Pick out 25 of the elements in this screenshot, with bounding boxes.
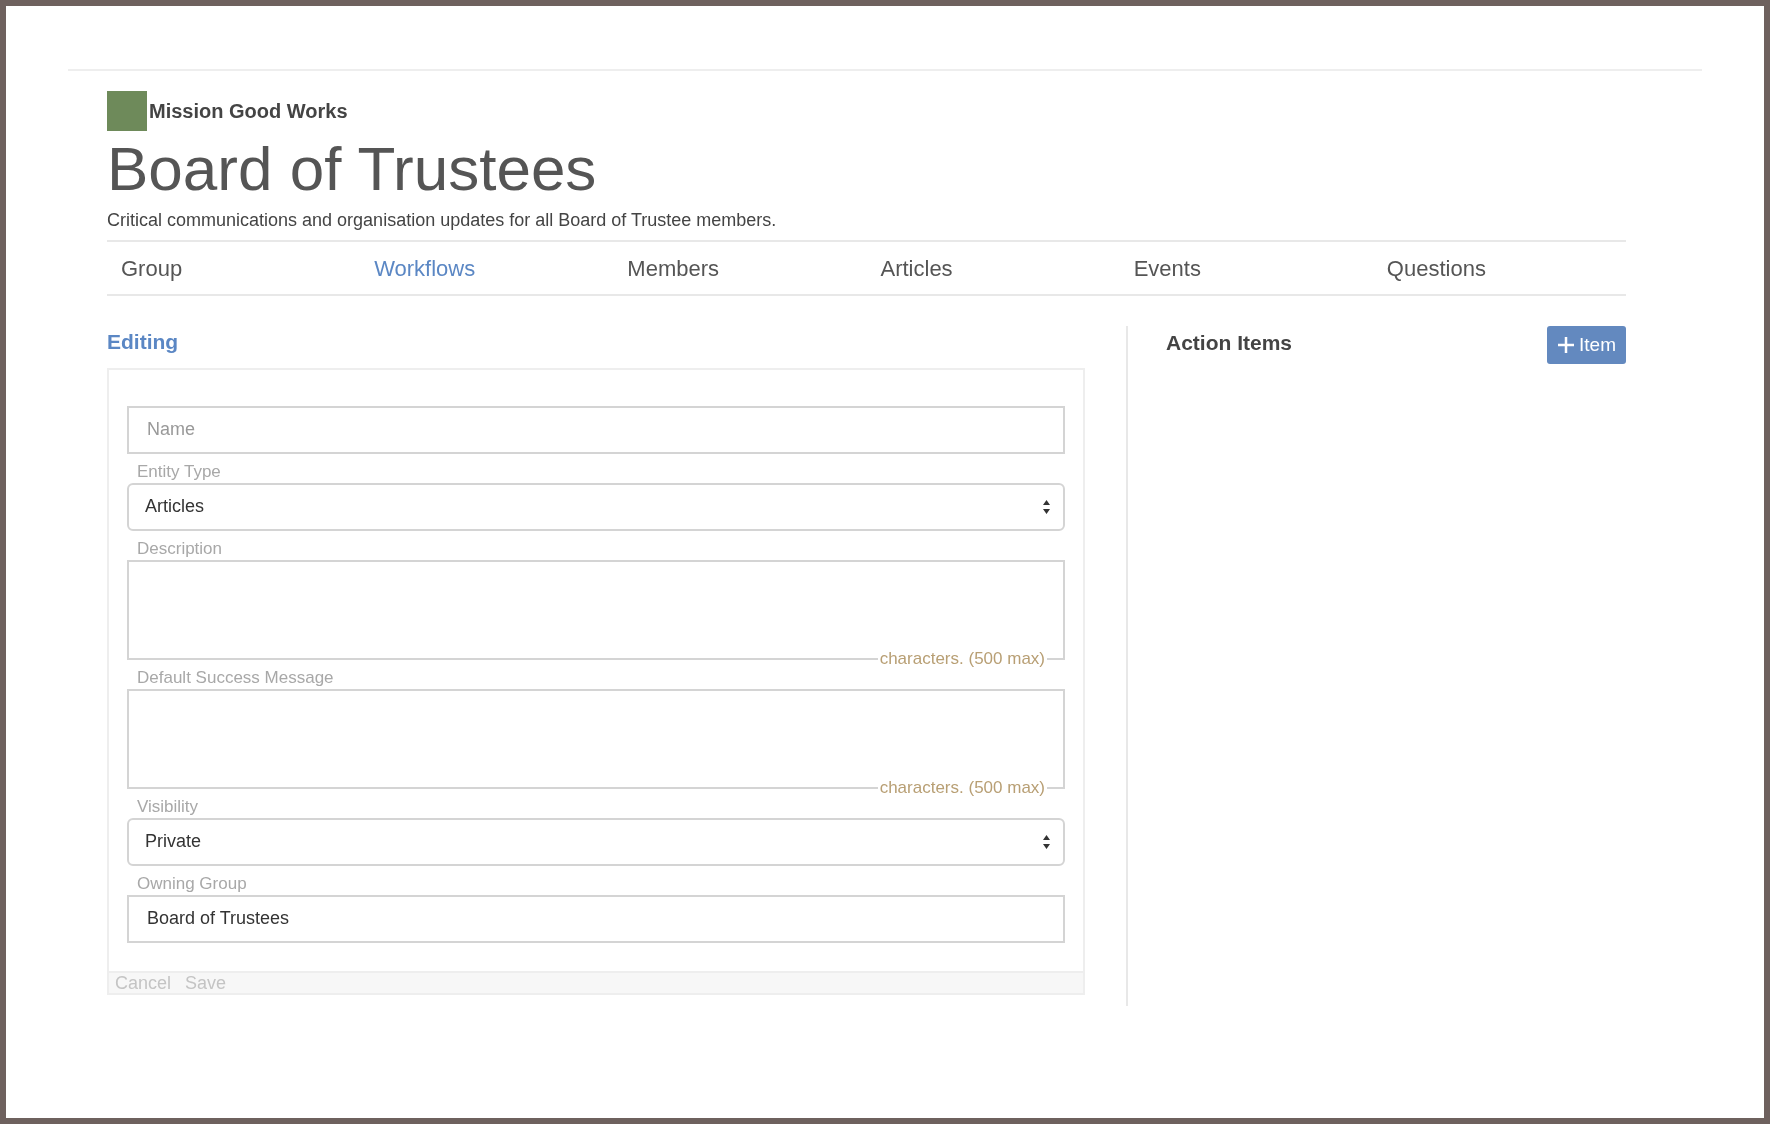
group-logo-photo (107, 91, 147, 131)
organisation-name: Mission Good Works (149, 99, 348, 124)
page-title: Board of Trustees (107, 133, 598, 205)
select-field[interactable]: Private (127, 817, 1065, 866)
plus-icon (1557, 336, 1576, 354)
field-label: Entity Type (137, 461, 222, 482)
select-arrows-icon (1042, 833, 1051, 850)
nav-tab[interactable]: Members (613, 251, 867, 285)
section-heading: Editing (107, 329, 180, 355)
nav-tab[interactable]: Workflows (360, 251, 614, 285)
group-description: Critical communications and organisation updates for all Board of Trustee members. (107, 209, 778, 232)
nav-tab[interactable]: Group (107, 251, 361, 285)
panel-heading: Action Items (1166, 330, 1293, 356)
select-field[interactable]: Articles (127, 482, 1065, 531)
input-field[interactable]: Name (127, 405, 1065, 454)
nav-tab[interactable]: Articles (866, 251, 1120, 285)
field-label: Visibility (137, 796, 200, 817)
field-label: Default Success Message (137, 667, 335, 688)
input-field[interactable]: Board of Trustees (127, 894, 1065, 943)
field-label: Owning Group (137, 873, 248, 894)
field-label: Description (137, 538, 224, 559)
nav-tab[interactable]: Questions (1372, 251, 1626, 285)
select-arrows-icon (1042, 498, 1051, 515)
nav-tab[interactable]: Events (1119, 251, 1373, 285)
add-item-button[interactable]: Item (1547, 326, 1626, 364)
